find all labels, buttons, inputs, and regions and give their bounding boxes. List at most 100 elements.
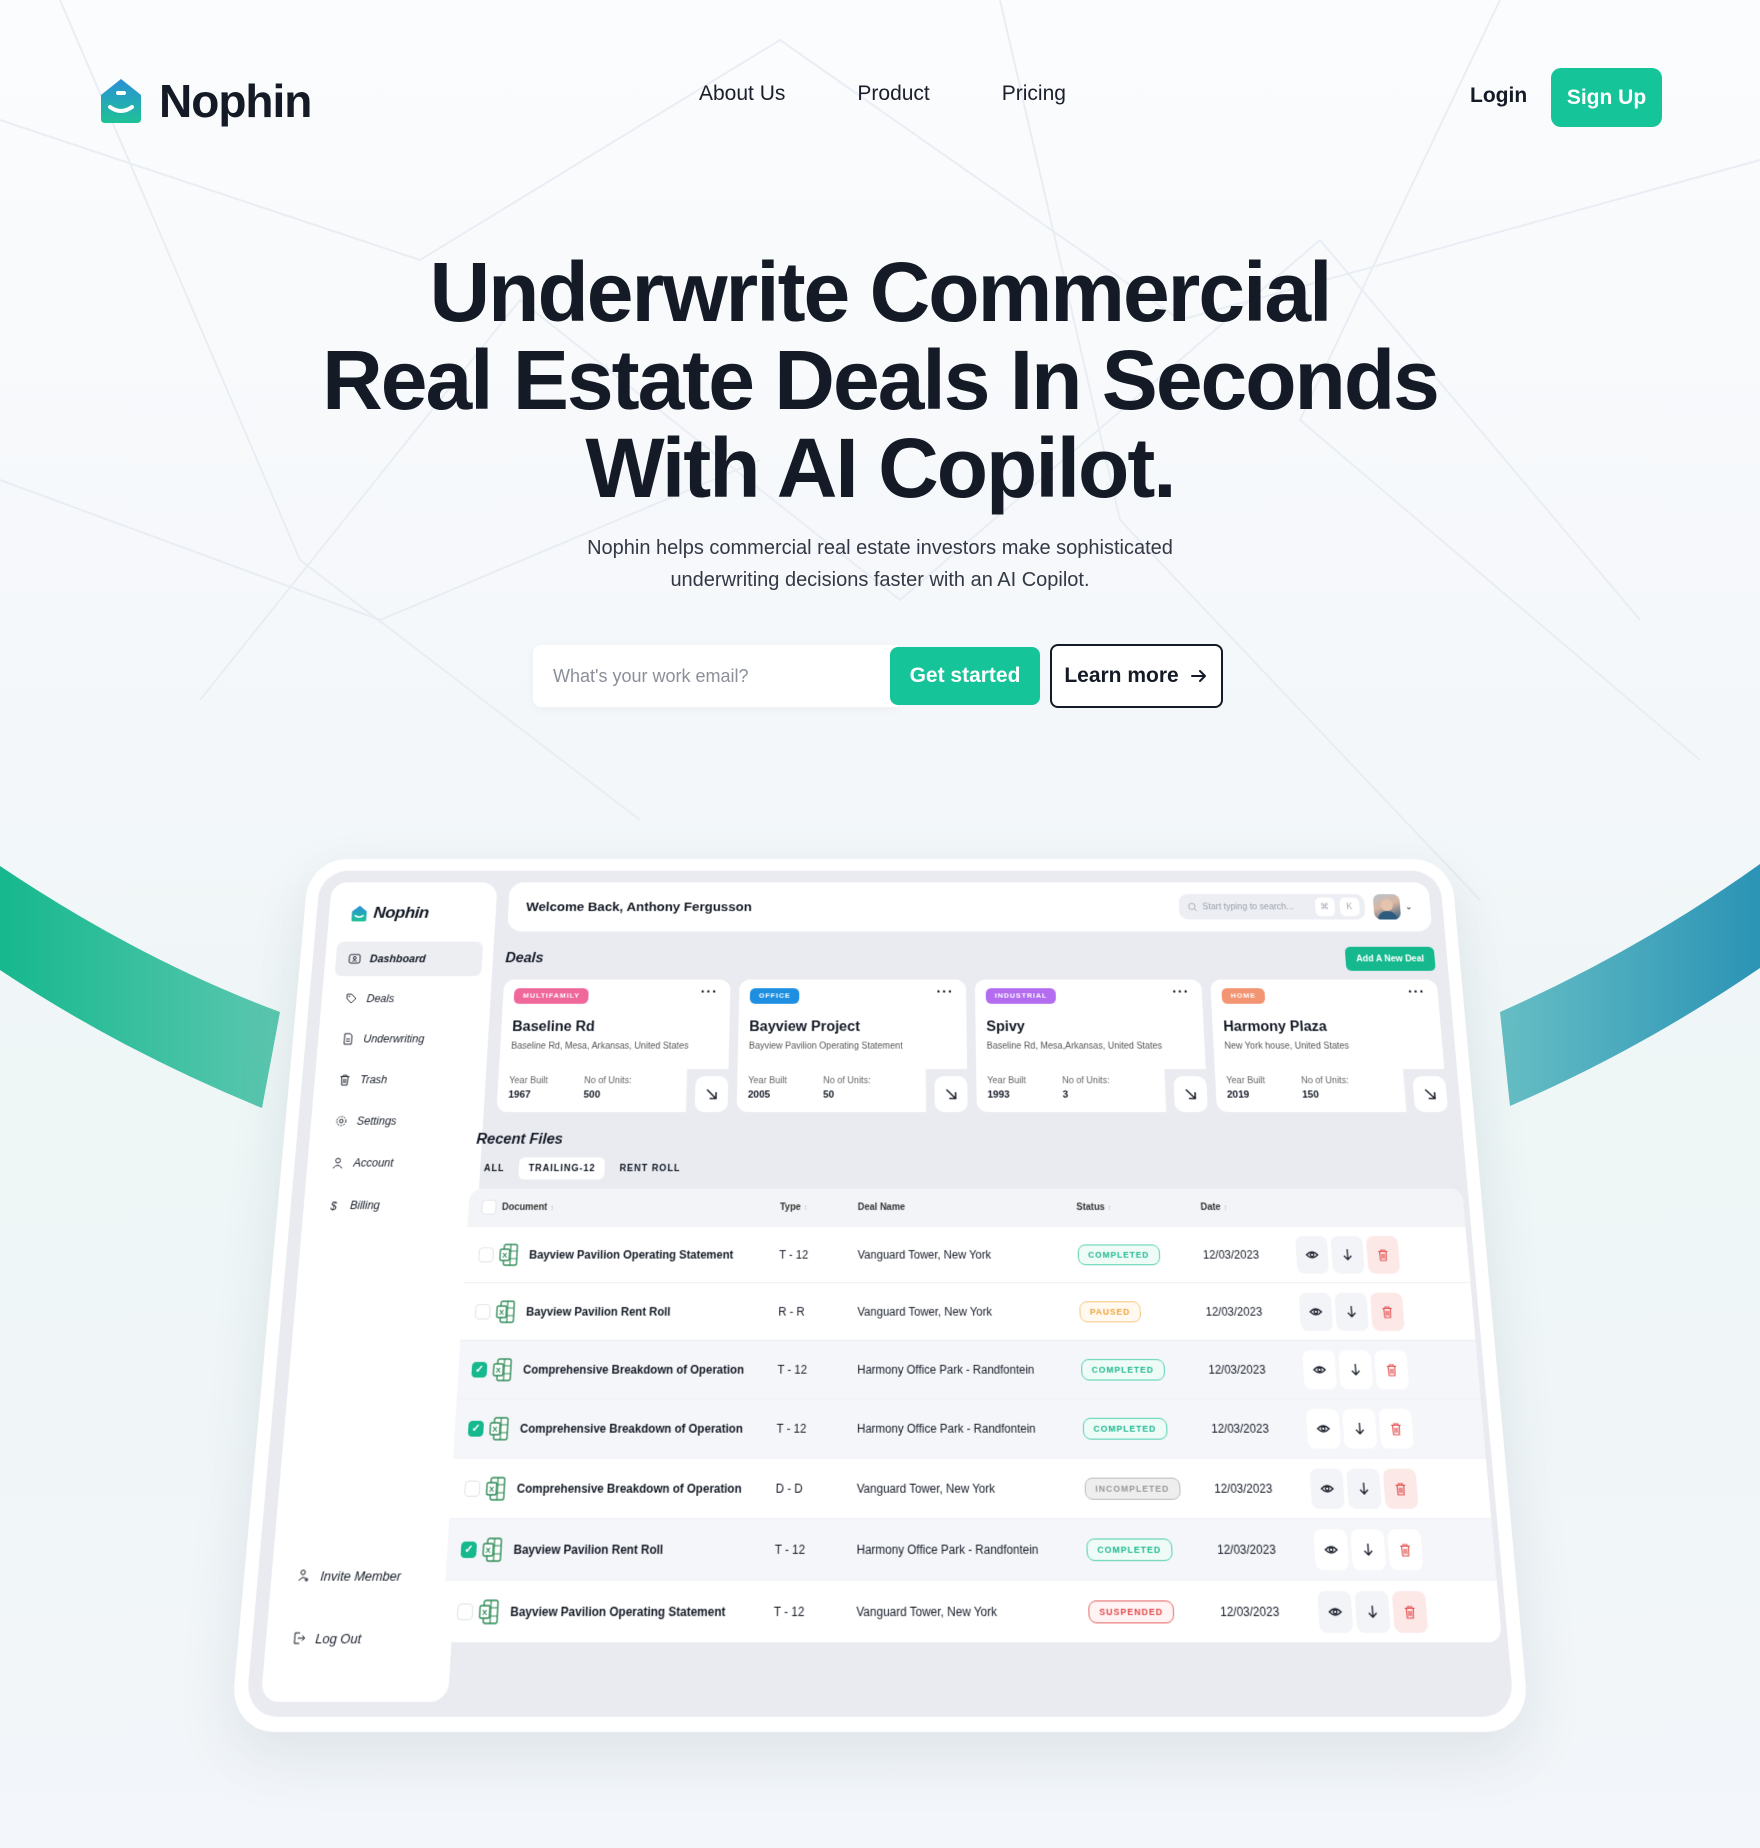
year-built: Year Built 1993 xyxy=(987,1076,1026,1100)
more-options-icon[interactable]: ··· xyxy=(1407,985,1425,1001)
more-options-icon[interactable]: ··· xyxy=(936,985,953,1001)
sidebar-item-account[interactable]: Account xyxy=(317,1145,471,1182)
tab-rent-roll[interactable]: RENT ROLL xyxy=(610,1157,690,1179)
download-button[interactable] xyxy=(1342,1408,1378,1449)
learn-more-button[interactable]: Learn more xyxy=(1050,644,1223,708)
arrow-down-right-icon xyxy=(1423,1088,1437,1101)
nav-product[interactable]: Product xyxy=(857,82,929,106)
column-type[interactable]: Type ↕ xyxy=(780,1202,858,1212)
units-value: 150 xyxy=(1301,1089,1320,1101)
row-checkbox[interactable] xyxy=(464,1480,481,1497)
view-button[interactable] xyxy=(1295,1235,1330,1274)
row-checkbox[interactable]: ✓ xyxy=(460,1541,478,1558)
view-button[interactable] xyxy=(1302,1349,1337,1389)
sidebar-item-trash[interactable]: Trash xyxy=(324,1062,476,1098)
trash-icon xyxy=(1402,1604,1417,1619)
download-button[interactable] xyxy=(1354,1590,1391,1633)
column-status[interactable]: Status ↕ xyxy=(1076,1202,1201,1212)
delete-button[interactable] xyxy=(1378,1408,1414,1449)
work-email-input[interactable] xyxy=(553,665,898,687)
row-checkbox[interactable] xyxy=(474,1303,491,1319)
login-link[interactable]: Login xyxy=(1470,84,1527,108)
deal-card[interactable]: OFFICE ··· Bayview Project Bayview Pavil… xyxy=(737,980,968,1113)
deal-name: Baseline Rd xyxy=(511,1019,596,1035)
more-options-icon[interactable]: ··· xyxy=(700,985,717,1001)
column-document[interactable]: Document ↕ xyxy=(502,1202,780,1212)
row-checkbox[interactable] xyxy=(478,1246,495,1262)
download-button[interactable] xyxy=(1334,1292,1369,1331)
trash-icon xyxy=(1376,1248,1390,1261)
deal-card[interactable]: INDUSTRIAL ··· Spivy Baseline Rd, Mesa,A… xyxy=(975,980,1208,1113)
deal-name: Bayview Project xyxy=(749,1019,860,1035)
row-checkbox[interactable]: ✓ xyxy=(467,1420,485,1437)
view-button[interactable] xyxy=(1305,1408,1341,1449)
view-button[interactable] xyxy=(1309,1468,1345,1509)
table-row[interactable]: X Bayview Pavilion Operating Statement T … xyxy=(463,1225,1471,1283)
table-row[interactable]: X Bayview Pavilion Rent Roll R - R Vangua… xyxy=(460,1282,1476,1340)
chevron-down-icon[interactable]: ⌄ xyxy=(1405,902,1413,911)
hero-title: Underwrite Commercial Real Estate Deals … xyxy=(0,248,1760,512)
open-deal-button[interactable] xyxy=(1173,1076,1208,1113)
logout-icon xyxy=(291,1631,306,1646)
document-cell: X Bayview Pavilion Operating Statement xyxy=(499,1243,780,1266)
search-input[interactable]: Start typing to search... ⌘ K xyxy=(1178,894,1366,920)
table-row[interactable]: X Comprehensive Breakdown of Operation D … xyxy=(449,1457,1492,1519)
open-deal-button[interactable] xyxy=(934,1076,968,1113)
download-button[interactable] xyxy=(1338,1349,1374,1389)
open-deal-button[interactable] xyxy=(694,1076,729,1113)
sidebar-item-settings[interactable]: Settings xyxy=(321,1103,474,1139)
add-new-deal-button[interactable]: Add A New Deal xyxy=(1344,946,1436,971)
more-options-icon[interactable]: ··· xyxy=(1172,985,1190,1001)
view-button[interactable] xyxy=(1298,1292,1334,1331)
arrow-down-right-icon xyxy=(705,1088,718,1101)
deal-card[interactable]: HOME ··· Harmony Plaza New York house, U… xyxy=(1210,980,1449,1113)
row-checkbox[interactable]: ✓ xyxy=(471,1361,488,1378)
nav-about-us[interactable]: About Us xyxy=(699,82,785,106)
brand-logo[interactable]: Nophin xyxy=(97,74,312,128)
units-label: No of Units: xyxy=(583,1076,632,1086)
deal-card[interactable]: MULTIFAMILY ··· Baseline Rd Baseline Rd,… xyxy=(496,980,730,1113)
delete-button[interactable] xyxy=(1382,1468,1419,1509)
date-cell: 12/03/2023 xyxy=(1216,1542,1277,1557)
deal-name-cell: Vanguard Tower, New York xyxy=(857,1247,992,1261)
delete-button[interactable] xyxy=(1391,1590,1429,1633)
delete-button[interactable] xyxy=(1387,1528,1424,1570)
view-button[interactable] xyxy=(1313,1528,1350,1570)
sidebar-item-dashboard[interactable]: Dashboard xyxy=(334,941,484,977)
sidebar-item-billing[interactable]: $ Billing xyxy=(313,1187,468,1224)
view-button[interactable] xyxy=(1317,1590,1354,1633)
tab-all[interactable]: ALL xyxy=(474,1157,514,1179)
arrow-down-right-icon xyxy=(1184,1088,1197,1101)
column-date[interactable]: Date ↕ xyxy=(1200,1202,1293,1212)
delete-button[interactable] xyxy=(1374,1349,1410,1389)
sign-up-button[interactable]: Sign Up xyxy=(1551,68,1662,127)
delete-button[interactable] xyxy=(1365,1235,1401,1274)
dashboard-app: Nophin Dashboard Deals Underwriting Tras… xyxy=(245,870,1515,1717)
table-row[interactable]: ✓ X Comprehensive Breakdown of Operation … xyxy=(456,1339,1481,1399)
download-button[interactable] xyxy=(1350,1528,1387,1570)
recent-files-title: Recent Files xyxy=(475,1131,564,1148)
select-all-checkbox[interactable] xyxy=(481,1199,497,1215)
open-deal-button[interactable] xyxy=(1412,1076,1449,1113)
sidebar-item-label: Settings xyxy=(356,1114,398,1128)
table-row[interactable]: ✓ X Bayview Pavilion Rent Roll T - 12 Har… xyxy=(445,1518,1497,1580)
document-cell: X Comprehensive Breakdown of Operation xyxy=(489,1416,777,1440)
units-value: 50 xyxy=(822,1089,835,1101)
table-row[interactable]: ✓ X Comprehensive Breakdown of Operation … xyxy=(453,1398,1486,1458)
units-value: 3 xyxy=(1062,1089,1069,1101)
sidebar-item-underwriting[interactable]: Underwriting xyxy=(328,1021,479,1056)
sidebar-item-deals[interactable]: Deals xyxy=(331,981,481,1016)
get-started-button[interactable]: Get started xyxy=(890,647,1040,705)
log-out-button[interactable]: Log Out xyxy=(276,1617,441,1659)
table-row[interactable]: X Bayview Pavilion Operating Statement T … xyxy=(441,1579,1503,1643)
dollar-icon: $ xyxy=(329,1200,338,1212)
nav-pricing[interactable]: Pricing xyxy=(1002,82,1066,106)
delete-button[interactable] xyxy=(1369,1292,1405,1331)
download-button[interactable] xyxy=(1330,1235,1365,1274)
invite-member-button[interactable]: Invite Member xyxy=(282,1555,445,1596)
deal-card-body: OFFICE ··· Bayview Project Bayview Pavil… xyxy=(737,980,968,1112)
download-button[interactable] xyxy=(1346,1468,1382,1509)
tab-trailing-12[interactable]: TRAILING-12 xyxy=(518,1157,606,1180)
user-avatar[interactable] xyxy=(1372,894,1401,920)
row-checkbox[interactable] xyxy=(456,1603,474,1620)
